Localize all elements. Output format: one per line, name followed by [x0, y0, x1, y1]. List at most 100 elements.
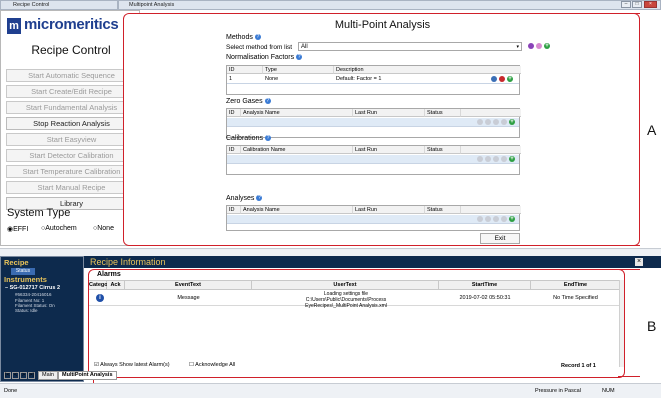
- recipe-sidebar: Recipe Status Instruments – SG-012717 Ci…: [0, 256, 84, 382]
- status-left: Done: [4, 388, 18, 394]
- control-button[interactable]: Start Temperature Calibration: [6, 165, 137, 178]
- last-page-button[interactable]: >|: [28, 372, 35, 379]
- radio-label: None: [97, 225, 114, 232]
- normalisation-grid: ID Type Description 1 None Default: Fact…: [226, 65, 521, 95]
- grid-header: ID: [227, 146, 241, 154]
- copy-icon[interactable]: [501, 156, 507, 162]
- tab-main[interactable]: Main: [38, 371, 58, 380]
- cell-id: 1: [229, 76, 233, 82]
- add-icon[interactable]: +: [509, 119, 515, 125]
- help-icon[interactable]: ?: [264, 98, 271, 105]
- edit-method-icon[interactable]: [528, 43, 534, 49]
- exit-label: Exit: [494, 235, 506, 242]
- run-icon[interactable]: [477, 156, 483, 162]
- control-button[interactable]: Start Detector Calibration: [6, 149, 137, 162]
- control-button[interactable]: Start Automatic Sequence: [6, 69, 137, 82]
- add-icon[interactable]: +: [507, 76, 513, 82]
- help-icon[interactable]: ?: [256, 195, 263, 202]
- always-show-checkbox[interactable]: ☑ Always Show latest Alarm(s): [94, 362, 170, 368]
- delete-icon[interactable]: [493, 216, 499, 222]
- recipe-label: Recipe: [4, 258, 29, 267]
- run-icon[interactable]: [477, 216, 483, 222]
- status-bar: Done Pressure in Pascal NUM: [0, 383, 661, 398]
- table-row[interactable]: i Message Loading settings file C:\Users…: [89, 290, 620, 309]
- logo-mark: m: [7, 18, 21, 34]
- edit-icon[interactable]: [491, 76, 497, 82]
- control-button[interactable]: Start Manual Recipe: [6, 181, 137, 194]
- add-method-icon[interactable]: +: [544, 43, 550, 49]
- table-row[interactable]: +: [227, 155, 519, 164]
- edit-icon[interactable]: [485, 119, 491, 125]
- control-button[interactable]: Start Easyview: [6, 133, 137, 146]
- radio-label: EFFI: [13, 226, 29, 233]
- method-select[interactable]: All ▾: [298, 42, 522, 51]
- recipe-control-heading: Recipe Control: [31, 43, 111, 57]
- acknowledge-all-checkbox[interactable]: ☐ Acknowledge All: [189, 362, 235, 368]
- grid-header: Last Run: [353, 146, 425, 154]
- delete-icon[interactable]: [493, 119, 499, 125]
- delete-icon[interactable]: [493, 156, 499, 162]
- table-row[interactable]: 1 None Default: Factor = 1 +: [227, 75, 519, 84]
- control-button[interactable]: Start Create/Edit Recipe: [6, 85, 137, 98]
- edit-icon[interactable]: [485, 156, 491, 162]
- multipoint-heading: Multi-Point Analysis: [334, 19, 431, 31]
- control-button[interactable]: Start Fundamental Analysis: [6, 101, 137, 114]
- add-icon[interactable]: +: [509, 156, 515, 162]
- status-tab[interactable]: Status: [11, 268, 35, 275]
- grid-header: Last Run: [353, 109, 425, 117]
- checkbox-icon[interactable]: ☐: [189, 362, 194, 368]
- first-page-button[interactable]: |<: [4, 372, 11, 379]
- prev-page-button[interactable]: <: [12, 372, 19, 379]
- instrument-id: #66334-20416016: [15, 292, 52, 297]
- table-row[interactable]: +: [227, 215, 519, 224]
- end-time: No Time Specified: [553, 295, 598, 301]
- micromeritics-logo: m micromeritics: [7, 16, 135, 38]
- run-icon[interactable]: [477, 119, 483, 125]
- grid-header: Status: [425, 146, 461, 154]
- grid-header: StartTime: [439, 281, 531, 290]
- table-row[interactable]: +: [227, 118, 519, 127]
- add-icon[interactable]: +: [509, 216, 515, 222]
- maximize-button[interactable]: □: [632, 1, 642, 8]
- next-page-button[interactable]: >: [20, 372, 27, 379]
- alarms-scrollbar[interactable]: [619, 280, 624, 367]
- analyses-grid: ID Analysis Name Last Run Status +: [226, 205, 521, 231]
- delete-method-icon[interactable]: [536, 43, 542, 49]
- normalisation-label: Normalisation Factors?: [226, 54, 303, 61]
- grid-header: Status: [425, 206, 461, 214]
- edit-icon[interactable]: [485, 216, 491, 222]
- callout-b: B: [647, 318, 657, 334]
- tab-multipoint-analysis[interactable]: MultiPoint Analysis: [58, 371, 117, 380]
- minimize-button[interactable]: –: [621, 1, 631, 8]
- grid-header: [461, 146, 521, 154]
- help-icon[interactable]: ?: [296, 54, 303, 61]
- tab-strip: |< < > >| Main MultiPoint Analysis: [4, 371, 124, 380]
- help-icon[interactable]: ?: [264, 135, 271, 142]
- recipe-info-title: Recipe Information: [90, 257, 166, 267]
- close-button[interactable]: ×: [644, 1, 657, 8]
- multipoint-panel: Multi-Point Analysis Methods? Select met…: [123, 13, 640, 246]
- window-title-main: Multipoint Analysis: [129, 2, 175, 8]
- exit-button[interactable]: Exit: [480, 233, 520, 244]
- close-icon[interactable]: ×: [635, 258, 643, 266]
- grid-header: Type: [263, 66, 334, 74]
- grid-header: [461, 206, 521, 214]
- grid-header: ID: [227, 206, 241, 214]
- grid-header: EventText: [125, 281, 252, 290]
- grid-header: Analysis Name: [241, 206, 353, 214]
- checkbox-icon[interactable]: ☑: [94, 362, 99, 368]
- calibrations-grid: ID Calibration Name Last Run Status +: [226, 145, 521, 175]
- help-icon[interactable]: ?: [254, 34, 261, 41]
- copy-icon[interactable]: [501, 119, 507, 125]
- callout-b-line-top: [618, 269, 640, 270]
- delete-icon[interactable]: [499, 76, 505, 82]
- system-type-radios: ◉EFFI ○Autochem ○None: [7, 225, 141, 235]
- alarms-panel: Alarms Category Ack EventText UserText S…: [88, 269, 625, 378]
- system-type-radio[interactable]: ○Autochem: [41, 225, 77, 232]
- system-type-radio[interactable]: ○None: [93, 225, 114, 232]
- control-button[interactable]: Stop Reaction Analysis: [6, 117, 137, 130]
- instrument-node[interactable]: – SG-012717 Cirrus 2: [5, 285, 60, 291]
- system-type-radio[interactable]: ◉EFFI: [7, 225, 28, 233]
- copy-icon[interactable]: [501, 216, 507, 222]
- radio-label: Autochem: [45, 225, 77, 232]
